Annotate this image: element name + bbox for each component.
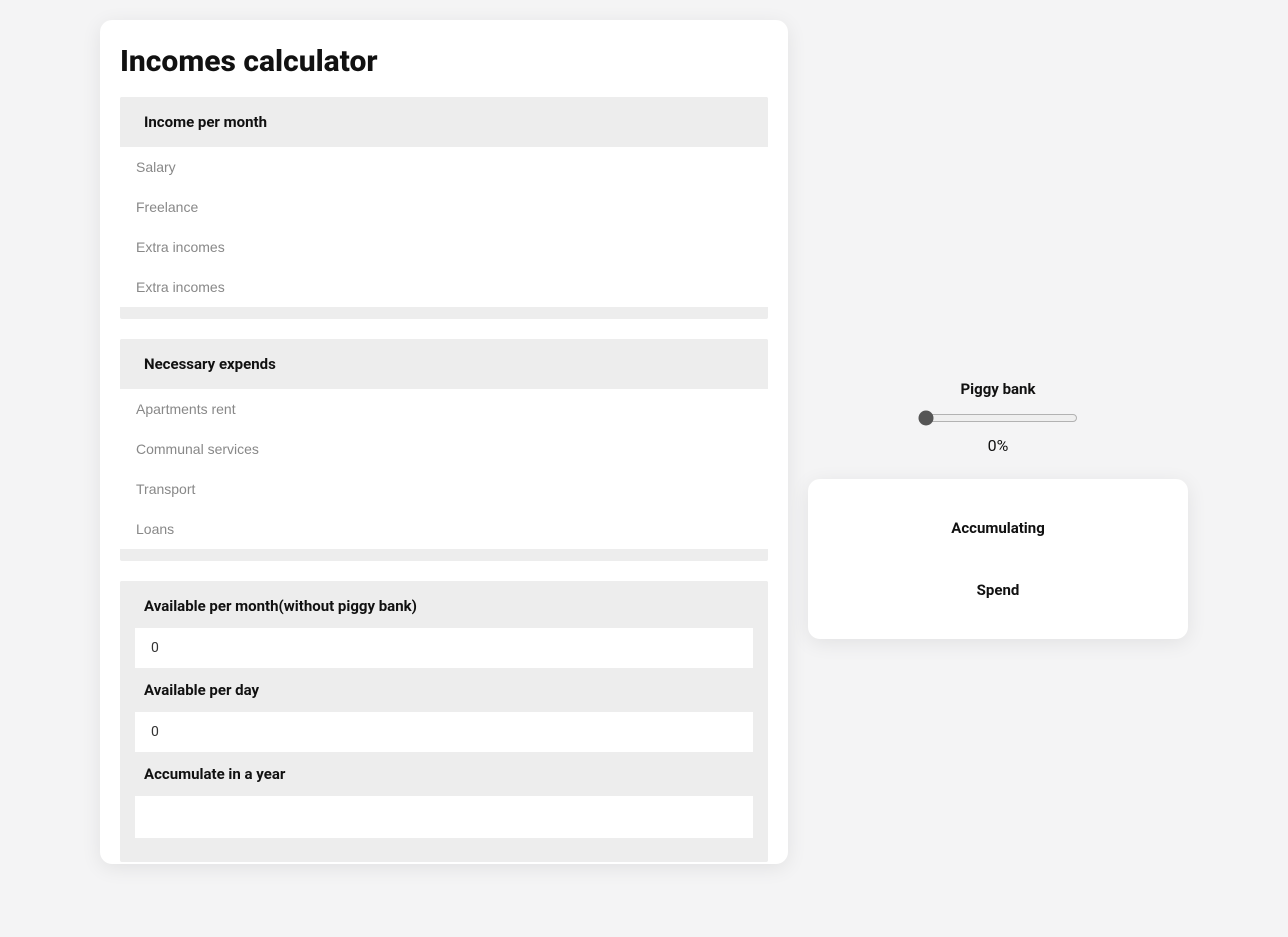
- income-section-header: Income per month: [120, 97, 768, 147]
- stats-card: Accumulating Spend: [808, 479, 1188, 639]
- summary-section: Available per month(without piggy bank) …: [120, 581, 768, 862]
- freelance-input[interactable]: [120, 187, 768, 227]
- extra-incomes-input-2[interactable]: [120, 267, 768, 307]
- loans-input[interactable]: [120, 509, 768, 549]
- accumulate-year-label: Accumulate in a year: [120, 752, 768, 796]
- accumulating-label: Accumulating: [828, 509, 1168, 547]
- available-day-label: Available per day: [120, 668, 768, 712]
- page-title: Incomes calculator: [100, 20, 788, 97]
- available-month-value: 0: [135, 628, 753, 668]
- transport-input[interactable]: [120, 469, 768, 509]
- extra-incomes-input-1[interactable]: [120, 227, 768, 267]
- salary-input[interactable]: [120, 147, 768, 187]
- available-month-label: Available per month(without piggy bank): [120, 581, 768, 628]
- piggy-bank-label: Piggy bank: [961, 380, 1036, 398]
- rent-input[interactable]: [120, 389, 768, 429]
- spend-label: Spend: [828, 571, 1168, 609]
- piggy-bank-slider[interactable]: [918, 410, 1078, 426]
- income-inputs: [120, 147, 768, 319]
- right-column: Piggy bank 0% Accumulating Spend: [808, 20, 1188, 639]
- piggy-percent-label: 0%: [988, 436, 1009, 455]
- accumulate-year-value: [135, 796, 753, 838]
- income-section: Income per month: [120, 97, 768, 319]
- expends-section-header: Necessary expends: [120, 339, 768, 389]
- communal-input[interactable]: [120, 429, 768, 469]
- calculator-card: Incomes calculator Income per month Nece…: [100, 20, 788, 864]
- expends-section: Necessary expends: [120, 339, 768, 561]
- expends-inputs: [120, 389, 768, 561]
- available-day-value: 0: [135, 712, 753, 752]
